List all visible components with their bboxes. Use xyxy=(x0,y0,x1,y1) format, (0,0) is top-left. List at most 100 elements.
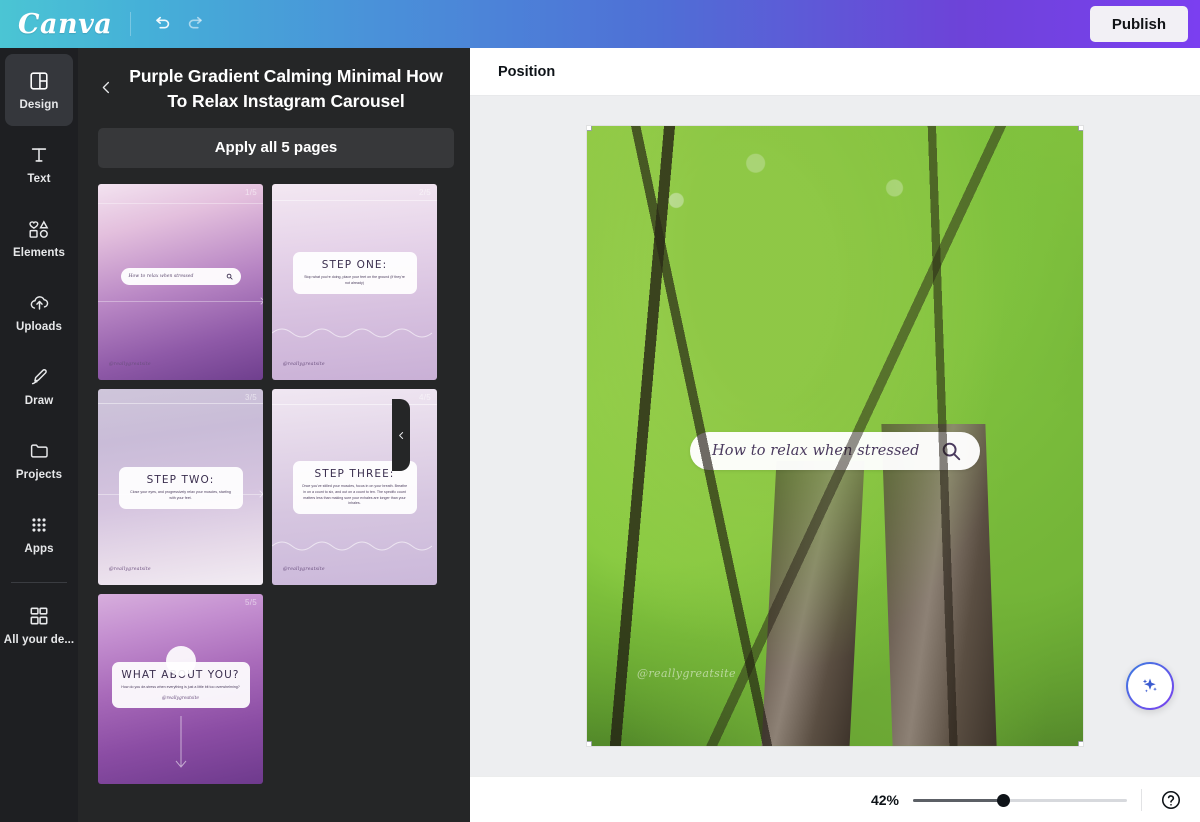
zoom-slider-knob[interactable] xyxy=(996,793,1010,807)
page-badge: 4/5 xyxy=(418,392,431,402)
top-bar: Canva Publish xyxy=(0,0,1200,48)
context-toolbar: Position xyxy=(470,48,1200,96)
search-icon[interactable] xyxy=(940,440,962,462)
template-thumbnail-4[interactable]: STEP THREE: Once you've stilled your mus… xyxy=(272,388,437,585)
thumbnail-search-text: How to relax when stressed xyxy=(128,273,194,279)
thumbnail-text-card: STEP TWO: Close your eyes, and progressi… xyxy=(118,466,243,509)
page-badge: 3/5 xyxy=(244,392,257,402)
canvas-search-text: How to relax when stressed xyxy=(712,443,920,459)
zoom-slider-fill xyxy=(913,798,1003,802)
apps-icon xyxy=(32,517,46,532)
sidebar-item-uploads[interactable]: Uploads xyxy=(5,276,73,348)
undo-icon xyxy=(156,16,170,29)
thumbnail-body: Close your eyes, and progressively relax… xyxy=(130,489,231,500)
undo-button[interactable] xyxy=(145,7,179,41)
publish-button[interactable]: Publish xyxy=(1089,6,1188,42)
redo-icon xyxy=(189,16,203,29)
uploads-icon xyxy=(30,295,48,310)
help-icon xyxy=(1161,790,1181,809)
sidebar-item-label: All your de... xyxy=(3,633,75,646)
canva-logo[interactable]: Canva xyxy=(18,9,112,40)
canvas-area: Position How to relax when stressed @rea… xyxy=(470,48,1200,822)
elements-icon xyxy=(29,219,49,238)
panel-header: Purple Gradient Calming Minimal How To R… xyxy=(78,48,470,114)
template-thumbnail-1[interactable]: How to relax when stressed @reallygreats… xyxy=(98,183,263,380)
thumbnail-body: How do you de-stress when everything is … xyxy=(121,684,240,689)
foliage-overlay xyxy=(587,126,1083,746)
sidebar-item-draw[interactable]: Draw xyxy=(5,350,73,422)
panel-back-button[interactable] xyxy=(92,72,120,102)
sidebar-item-label: Text xyxy=(27,172,51,185)
thumbnail-heading: STEP TWO: xyxy=(146,473,215,486)
thumbnail-handle: @reallygreatsite xyxy=(283,361,325,367)
template-thumbnail-2[interactable]: STEP ONE: Stop what you're doing, place … xyxy=(272,183,437,380)
panel-collapse-button[interactable] xyxy=(392,399,410,471)
text-icon xyxy=(31,147,47,162)
help-button[interactable] xyxy=(1156,785,1186,815)
sidebar-item-label: Design xyxy=(19,98,59,111)
design-page[interactable]: How to relax when stressed @reallygreats… xyxy=(587,126,1083,746)
sidebar-item-elements[interactable]: Elements xyxy=(5,202,73,274)
arrow-down-icon xyxy=(175,715,186,768)
magic-assistant-button[interactable] xyxy=(1126,662,1174,710)
sidebar-item-label: Draw xyxy=(24,394,54,407)
template-thumbnail-3[interactable]: STEP TWO: Close your eyes, and progressi… xyxy=(98,388,263,585)
page-badge: 2/5 xyxy=(418,187,431,197)
chevron-left-icon xyxy=(102,81,109,93)
page-badge: 1/5 xyxy=(244,187,257,197)
sidebar-item-design[interactable]: Design xyxy=(5,54,73,126)
thumbnail-bubble-top xyxy=(165,645,196,676)
chevron-left-icon xyxy=(398,431,403,439)
sidebar-item-label: Uploads xyxy=(15,320,63,333)
toolbar-divider xyxy=(130,12,132,36)
template-thumbnail-grid: How to relax when stressed @reallygreats… xyxy=(78,183,470,822)
canvas-stage[interactable]: How to relax when stressed @reallygreats… xyxy=(470,96,1200,776)
selection-handle-top-left[interactable] xyxy=(587,126,592,131)
canva-editor: Canva Publish Design Text Elements Uploa… xyxy=(0,0,1200,822)
thumbnail-body: Once you've stilled your muscles, focus … xyxy=(301,483,408,506)
wave-divider-icon xyxy=(272,328,433,338)
design-panel: Purple Gradient Calming Minimal How To R… xyxy=(78,48,470,822)
template-thumbnail-5[interactable]: WHAT ABOUT YOU? How do you de-stress whe… xyxy=(98,593,263,784)
zoom-slider[interactable] xyxy=(913,792,1127,808)
tree-trunk-left xyxy=(761,460,865,746)
page-badge: 5/5 xyxy=(244,597,257,607)
apply-all-pages-button[interactable]: Apply all 5 pages xyxy=(98,127,454,168)
canvas-search-pill[interactable]: How to relax when stressed xyxy=(690,432,980,470)
arrow-right-icon xyxy=(260,297,263,305)
canvas-watermark: @reallygreatsite xyxy=(637,667,736,680)
zoom-percentage: 42% xyxy=(870,791,899,808)
bottom-bar-divider xyxy=(1141,788,1142,811)
sidebar-item-label: Projects xyxy=(15,468,63,481)
thumbnail-search-pill: How to relax when stressed xyxy=(120,267,241,285)
selection-handle-bottom-right[interactable] xyxy=(1078,741,1083,746)
sidebar-rail: Design Text Elements Uploads Draw Projec… xyxy=(0,48,78,822)
position-button[interactable]: Position xyxy=(488,57,565,87)
thumbnail-handle: @reallygreatsite xyxy=(109,361,151,367)
selection-handle-bottom-left[interactable] xyxy=(587,741,592,746)
arrow-right-icon xyxy=(259,490,263,498)
tree-trunk-right xyxy=(881,423,997,746)
wave-divider-icon xyxy=(272,541,433,551)
search-icon xyxy=(226,273,233,280)
thumbnail-text-card: STEP ONE: Stop what you're doing, place … xyxy=(292,251,417,294)
thumbnail-handle: @reallygreatsite xyxy=(109,566,151,572)
sidebar-item-label: Elements xyxy=(13,246,65,259)
selection-handle-top-right[interactable] xyxy=(1078,126,1083,131)
all-designs-icon xyxy=(30,607,48,624)
sidebar-divider xyxy=(11,582,67,583)
bottom-bar: 42% xyxy=(470,776,1200,822)
editor-body: Design Text Elements Uploads Draw Projec… xyxy=(0,48,1200,822)
projects-icon xyxy=(30,443,48,458)
thumbnail-heading: STEP ONE: xyxy=(321,258,388,271)
redo-button[interactable] xyxy=(179,7,213,41)
thumbnail-body: Stop what you're doing, place your feet … xyxy=(304,274,405,285)
page-title: Purple Gradient Calming Minimal How To R… xyxy=(129,66,443,111)
sidebar-item-text[interactable]: Text xyxy=(5,128,73,200)
thumbnail-handle: @reallygreatsite xyxy=(283,566,325,572)
sidebar-item-apps[interactable]: Apps xyxy=(5,498,73,570)
magic-sparkle-icon xyxy=(1142,678,1157,693)
sidebar-item-projects[interactable]: Projects xyxy=(5,424,73,496)
design-icon xyxy=(30,71,48,90)
sidebar-item-all-designs[interactable]: All your de... xyxy=(3,589,75,661)
